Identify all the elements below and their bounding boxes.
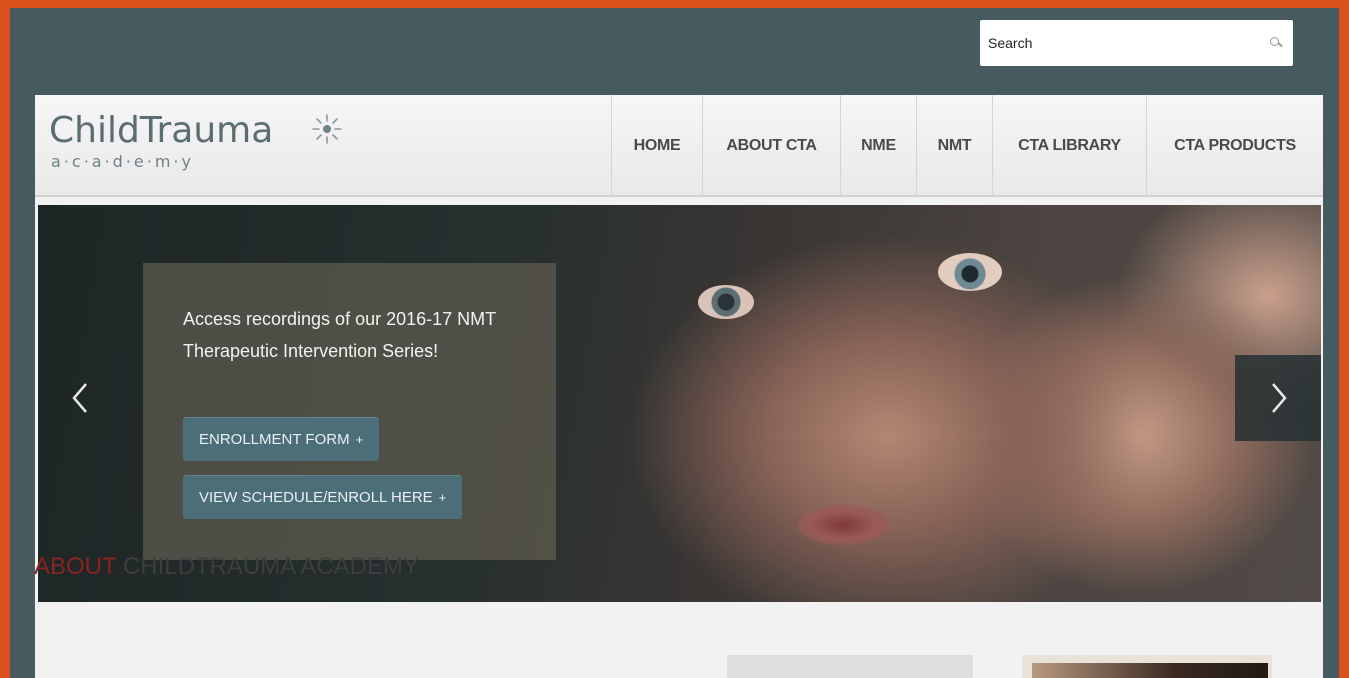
chevron-right-icon xyxy=(1272,383,1287,413)
nav-item-nme[interactable]: NME xyxy=(840,95,916,197)
about-heading-rest: CHILDTRAUMA ACADEMY xyxy=(116,553,419,580)
site-header: ChildTrauma a·c·a·d·e·m·y HOME ABOUT CTA xyxy=(35,95,1323,197)
main-nav: HOME ABOUT CTA NME NMT CTA LIBRARY CTA P… xyxy=(611,95,1323,197)
sidebar-widget xyxy=(727,655,973,678)
slider-prev-button[interactable] xyxy=(38,355,124,441)
enrollment-form-button[interactable]: ENROLLMENT FORM + xyxy=(183,417,380,461)
search-box[interactable] xyxy=(980,20,1293,66)
about-heading-accent: ABOUT xyxy=(34,553,117,580)
logo-sub-text: a·c·a·d·e·m·y xyxy=(51,152,194,171)
page-container: ChildTrauma a·c·a·d·e·m·y HOME ABOUT CTA xyxy=(35,95,1323,678)
hero-caption: Access recordings of our 2016-17 NMT The… xyxy=(183,309,496,361)
sidebar-photo-widget xyxy=(1022,655,1272,678)
about-heading: ABOUT CHILDTRAUMA ACADEMY xyxy=(34,553,419,581)
widget-photo xyxy=(1032,663,1268,678)
nav-item-nmt[interactable]: NMT xyxy=(916,95,992,197)
hero-caption-box: Access recordings of our 2016-17 NMT The… xyxy=(143,263,556,560)
plus-icon: + xyxy=(438,489,447,505)
search-input[interactable] xyxy=(988,35,1269,51)
view-schedule-button[interactable]: VIEW SCHEDULE/ENROLL HERE + xyxy=(183,475,463,519)
search-icon[interactable] xyxy=(1269,36,1283,50)
view-schedule-label: VIEW SCHEDULE/ENROLL HERE xyxy=(199,488,433,506)
nav-item-home[interactable]: HOME xyxy=(611,95,702,197)
plus-icon: + xyxy=(355,431,364,447)
nav-item-about-cta[interactable]: ABOUT CTA xyxy=(702,95,840,197)
hero-slider: Access recordings of our 2016-17 NMT The… xyxy=(38,205,1321,602)
enrollment-form-label: ENROLLMENT FORM xyxy=(199,430,350,448)
hero-image-mouth xyxy=(798,505,888,545)
sun-icon xyxy=(312,114,342,144)
slider-next-button[interactable] xyxy=(1235,355,1321,441)
chevron-left-icon xyxy=(72,383,87,413)
nav-item-cta-library[interactable]: CTA LIBRARY xyxy=(992,95,1146,197)
nav-item-cta-products[interactable]: CTA PRODUCTS xyxy=(1146,95,1323,197)
logo[interactable]: ChildTrauma a·c·a·d·e·m·y xyxy=(49,111,389,181)
hero-image-eye-left xyxy=(698,285,754,319)
hero-image-eye-right xyxy=(938,253,1002,291)
